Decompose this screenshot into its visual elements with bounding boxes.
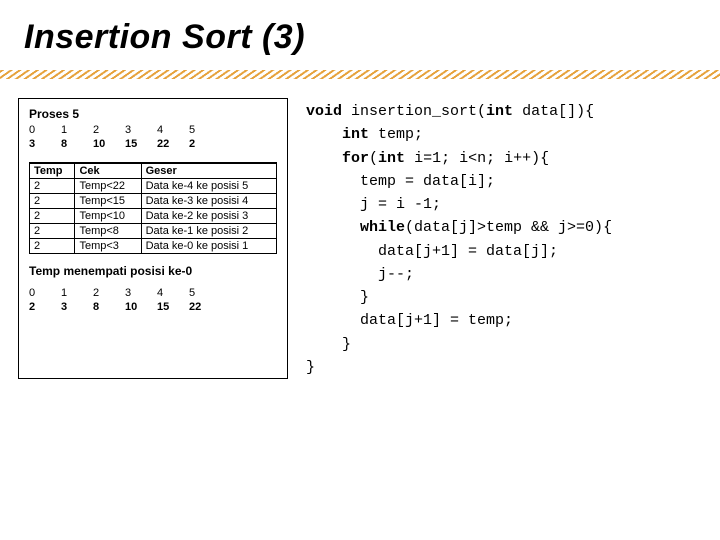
code-text: (data[j]>temp && j>=0){ (405, 219, 612, 236)
code-block: void insertion_sort(int data[]){ int tem… (306, 98, 612, 379)
temp-result-line: Temp menempati posisi ke-0 (29, 264, 277, 278)
cell: Data ke-0 ke posisi 1 (141, 238, 276, 253)
table-row: 2 Temp<10 Data ke-2 ke posisi 3 (30, 208, 277, 223)
cell: Temp<15 (75, 193, 141, 208)
val-cell: 8 (93, 300, 125, 314)
cell: Data ke-3 ke posisi 4 (141, 193, 276, 208)
steps-table: Temp Cek Geser 2 Temp<22 Data ke-4 ke po… (29, 162, 277, 254)
idx-cell: 1 (61, 286, 93, 300)
val-cell: 15 (125, 137, 157, 151)
val-cell-highlight: 2 (189, 137, 221, 151)
steps-header: Cek (75, 163, 141, 179)
table-row: 2 Temp<8 Data ke-1 ke posisi 2 (30, 223, 277, 238)
val-cell: 22 (189, 300, 221, 314)
idx-cell: 1 (61, 123, 93, 137)
title-underline (0, 70, 720, 79)
code-text: } (306, 359, 315, 376)
code-kw: int (378, 150, 405, 167)
code-text: } (342, 336, 351, 353)
cell: Temp<10 (75, 208, 141, 223)
code-text: insertion_sort( (342, 103, 486, 120)
cell: 2 (30, 223, 75, 238)
val-cell: 22 (157, 137, 189, 151)
idx-cell: 4 (157, 286, 189, 300)
idx-cell: 2 (93, 286, 125, 300)
val-cell: 3 (61, 300, 93, 314)
proses-label: Proses 5 (29, 107, 277, 121)
cell: Data ke-1 ke posisi 2 (141, 223, 276, 238)
code-text: temp = data[i]; (360, 173, 495, 190)
cell: 2 (30, 178, 75, 193)
code-text: ( (369, 150, 378, 167)
code-kw: void (306, 103, 342, 120)
idx-cell: 0 (29, 286, 61, 300)
cell: Temp<22 (75, 178, 141, 193)
code-kw: while (360, 219, 405, 236)
cell: Temp<3 (75, 238, 141, 253)
steps-header: Temp (30, 163, 75, 179)
code-text: data[j+1] = data[j]; (378, 243, 558, 260)
code-text: temp; (369, 126, 423, 143)
val-cell: 10 (125, 300, 157, 314)
val-cell: 15 (157, 300, 189, 314)
code-kw: int (486, 103, 513, 120)
code-kw: for (342, 150, 369, 167)
cell: Data ke-2 ke posisi 3 (141, 208, 276, 223)
idx-cell: 3 (125, 286, 157, 300)
slide-title: Insertion Sort (3) (0, 0, 720, 63)
val-cell: 10 (93, 137, 125, 151)
code-text: data[]){ (513, 103, 594, 120)
idx-cell: 5 (189, 123, 221, 137)
table-row: 2 Temp<15 Data ke-3 ke posisi 4 (30, 193, 277, 208)
code-kw: int (342, 126, 369, 143)
table-row: 2 Temp<3 Data ke-0 ke posisi 1 (30, 238, 277, 253)
code-text: i=1; i<n; i++){ (405, 150, 549, 167)
val-cell: 8 (61, 137, 93, 151)
code-text: data[j+1] = temp; (360, 312, 513, 329)
cell: Data ke-4 ke posisi 5 (141, 178, 276, 193)
cell: Temp<8 (75, 223, 141, 238)
idx-cell: 0 (29, 123, 61, 137)
code-text: j--; (378, 266, 414, 283)
val-cell: 3 (29, 137, 61, 151)
array-after: 0 1 2 3 4 5 2 3 8 10 15 22 (29, 286, 221, 315)
array-before: 0 1 2 3 4 5 3 8 10 15 22 2 (29, 123, 221, 152)
cell: 2 (30, 238, 75, 253)
cell: 2 (30, 193, 75, 208)
val-cell-highlight: 2 (29, 300, 61, 314)
table-row: 2 Temp<22 Data ke-4 ke posisi 5 (30, 178, 277, 193)
idx-cell: 2 (93, 123, 125, 137)
slide-content: Proses 5 0 1 2 3 4 5 3 8 10 15 22 2 Temp (18, 98, 710, 379)
idx-cell: 5 (189, 286, 221, 300)
idx-cell: 4 (157, 123, 189, 137)
code-text: } (360, 289, 369, 306)
idx-cell: 3 (125, 123, 157, 137)
cell: 2 (30, 208, 75, 223)
code-text: j = i -1; (360, 196, 441, 213)
trace-box: Proses 5 0 1 2 3 4 5 3 8 10 15 22 2 Temp (18, 98, 288, 379)
steps-header: Geser (141, 163, 276, 179)
